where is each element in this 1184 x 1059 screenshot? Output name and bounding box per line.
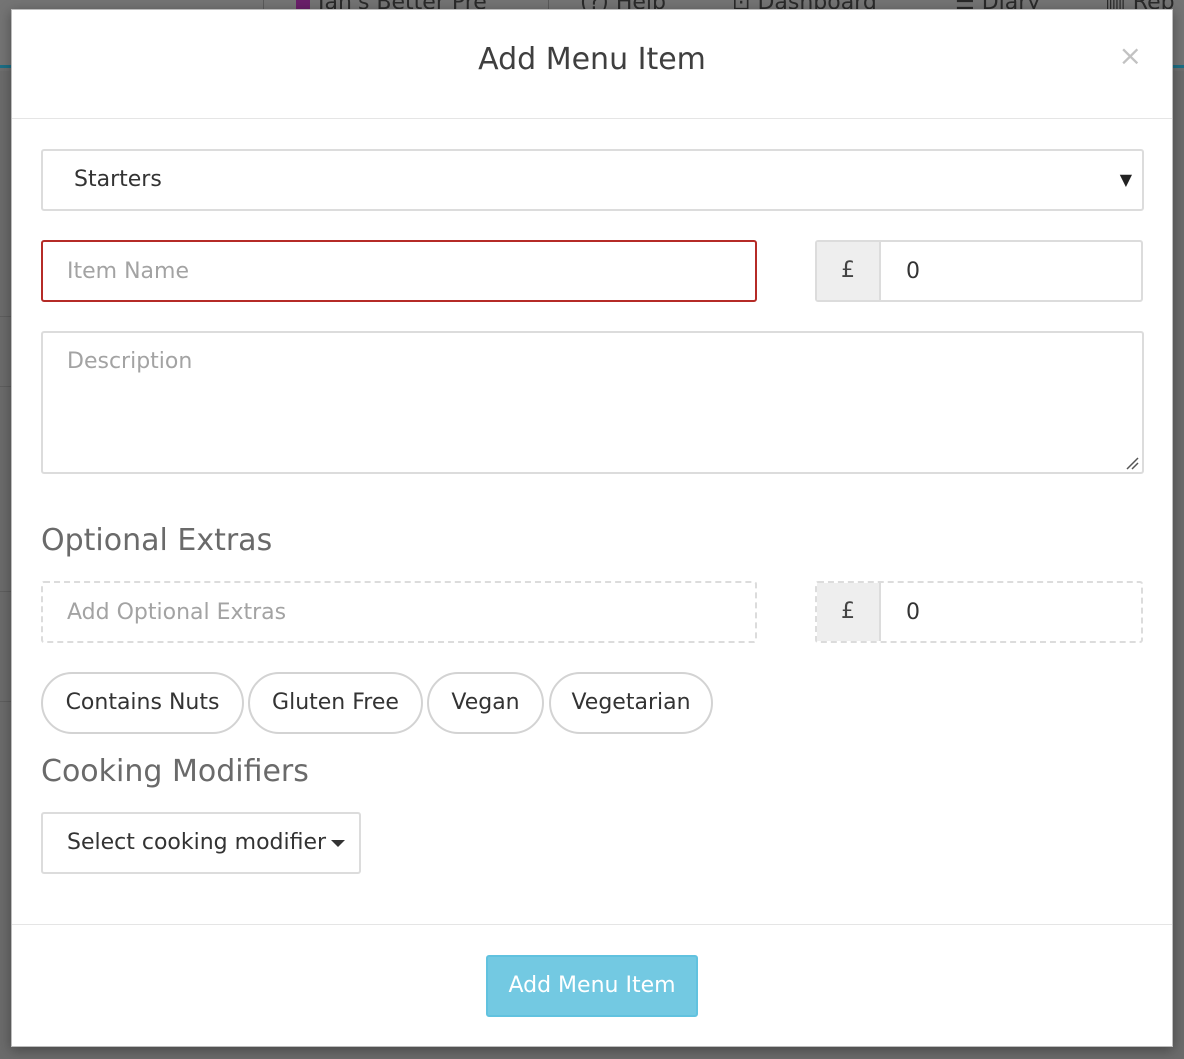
- cooking-modifier-dropdown-label: Select cooking modifier: [67, 830, 327, 855]
- cooking-modifiers-heading: Cooking Modifiers: [41, 754, 309, 789]
- category-select[interactable]: Starters ▼: [41, 149, 1144, 211]
- chevron-down-icon: ▼: [1119, 170, 1132, 189]
- optional-extra-price-group: £: [815, 581, 1143, 643]
- category-selected-value: Starters: [74, 167, 162, 192]
- close-icon[interactable]: ×: [1119, 42, 1142, 70]
- description-textarea[interactable]: [41, 331, 1144, 474]
- tag-vegetarian[interactable]: Vegetarian: [549, 672, 713, 734]
- currency-addon: £: [817, 242, 881, 300]
- modal-title: Add Menu Item: [478, 42, 706, 77]
- modal-header: Add Menu Item ×: [12, 10, 1172, 119]
- caret-down-icon: [331, 839, 346, 847]
- item-name-input[interactable]: [41, 240, 757, 302]
- resize-grip-icon[interactable]: [1125, 456, 1139, 470]
- currency-addon: £: [817, 583, 881, 641]
- tag-gluten-free[interactable]: Gluten Free: [248, 672, 423, 734]
- tag-contains-nuts[interactable]: Contains Nuts: [41, 672, 244, 734]
- add-menu-item-button[interactable]: Add Menu Item: [486, 955, 698, 1017]
- cooking-modifier-dropdown[interactable]: Select cooking modifier: [41, 812, 361, 874]
- tag-vegan[interactable]: Vegan: [427, 672, 544, 734]
- modal-footer: Add Menu Item: [12, 924, 1172, 1047]
- item-price-input[interactable]: [881, 242, 1141, 300]
- optional-extra-name-input[interactable]: [41, 581, 757, 643]
- optional-extras-heading: Optional Extras: [41, 523, 273, 558]
- add-menu-item-modal: Add Menu Item × Starters ▼ £ Optional Ex…: [11, 9, 1173, 1047]
- item-price-group: £: [815, 240, 1143, 302]
- optional-extra-price-input[interactable]: [881, 583, 1141, 641]
